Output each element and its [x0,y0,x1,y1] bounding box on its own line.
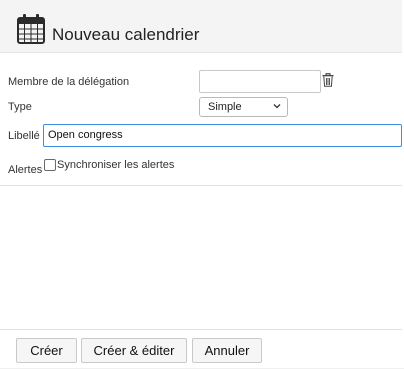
dialog-header: Nouveau calendrier [0,0,402,53]
alertes-label: Alertes [8,164,43,176]
type-label: Type [8,101,32,113]
create-edit-button[interactable]: Créer & éditer [81,338,187,363]
sync-alerts-checkbox[interactable] [44,159,56,171]
type-select-value: Simple [208,101,242,113]
delegation-label: Membre de la délégation [8,76,130,88]
cancel-button[interactable]: Annuler [192,338,262,363]
form-divider [0,185,402,186]
libelle-label: Libellé [8,130,40,142]
trash-icon[interactable] [322,73,334,87]
dialog-title: Nouveau calendrier [52,25,200,44]
sync-alerts-label[interactable]: Synchroniser les alertes [57,159,174,171]
delegation-input[interactable] [199,70,321,93]
type-select[interactable]: Simple [199,97,288,117]
create-button[interactable]: Créer [16,338,77,363]
calendar-icon [17,14,45,44]
libelle-input[interactable]: Open congress [43,124,402,147]
footer-divider [0,329,402,330]
chevron-down-icon [273,104,281,109]
